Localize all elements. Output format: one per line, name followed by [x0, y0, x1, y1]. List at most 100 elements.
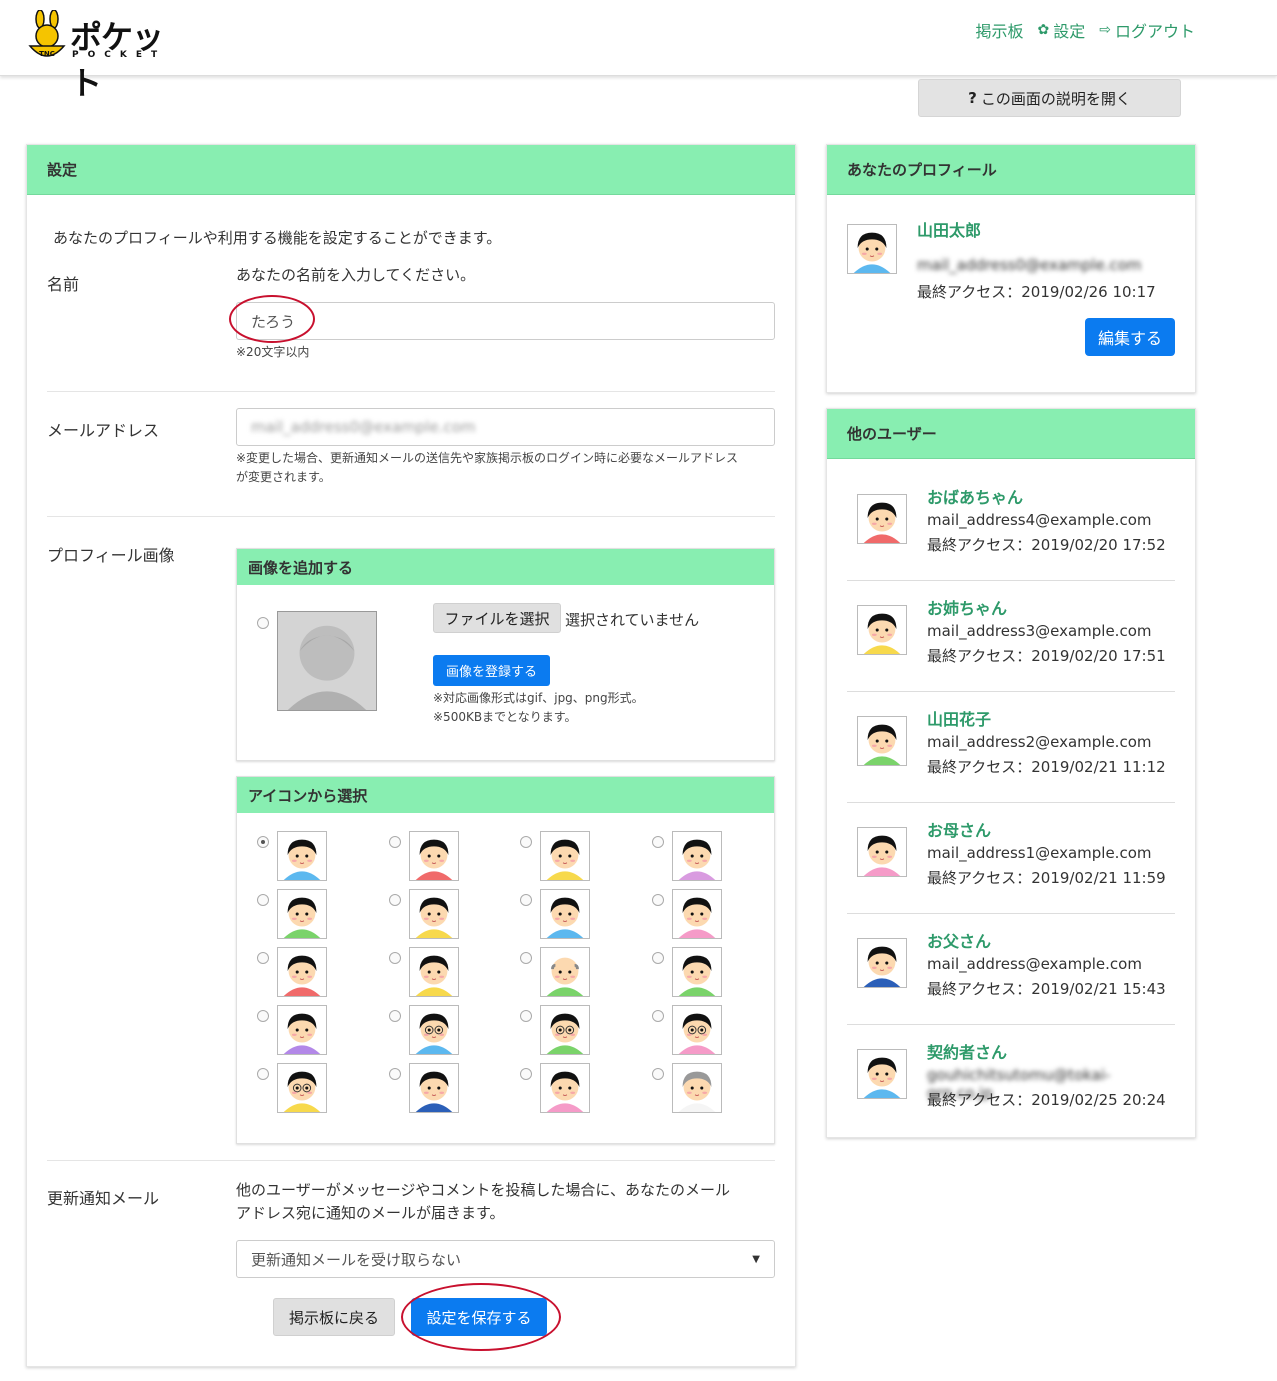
icon-option-radio[interactable] [257, 1010, 269, 1022]
user-list-item: お母さん mail_address1@example.com 最終アクセス：2019… [847, 803, 1175, 914]
icon-option-radio[interactable] [520, 894, 532, 906]
user-avatar [857, 938, 907, 988]
icon-option-radio[interactable] [520, 1068, 532, 1080]
question-icon: ? [968, 89, 977, 107]
icon-option-avatar[interactable] [672, 831, 722, 881]
nav-logout-link[interactable]: ⇨ ログアウト [1099, 18, 1195, 42]
settings-intro: あなたのプロフィールや利用する機能を設定することができます。 [53, 229, 502, 247]
icon-option-avatar[interactable] [277, 1063, 327, 1113]
notify-select[interactable]: 更新通知メールを受け取らない ▼ [236, 1240, 775, 1278]
profile-image-label: プロフィール画像 [47, 546, 175, 565]
icon-option-radio[interactable] [520, 952, 532, 964]
nav-board-link[interactable]: 掲示板 [975, 18, 1023, 42]
user-email: mail_address4@example.com [927, 511, 1152, 529]
icon-option-avatar[interactable] [409, 1063, 459, 1113]
user-email: mail_address1@example.com [927, 844, 1152, 862]
icon-option-radio[interactable] [652, 1068, 664, 1080]
top-bar: TNC ポケット POCKET 掲示板 ✿ 設定 ⇨ ログアウト [0, 0, 1277, 102]
pocket-logo[interactable]: TNC ポケット POCKET [26, 10, 176, 102]
user-name: おばあちゃん [927, 488, 1024, 507]
user-last-access: 最終アクセス：2019/02/20 17:51 [927, 647, 1166, 665]
name-hint: あなたの名前を入力してください。 [236, 266, 476, 284]
user-list-item: お父さん mail_address@example.com 最終アクセス：2019/… [847, 914, 1175, 1025]
user-last-access: 最終アクセス：2019/02/25 20:24 [927, 1091, 1166, 1109]
icon-option-radio[interactable] [257, 836, 269, 848]
icon-option-radio[interactable] [389, 952, 401, 964]
icon-option-avatar[interactable] [672, 1063, 722, 1113]
icon-option-avatar[interactable] [540, 1063, 590, 1113]
icon-option-radio[interactable] [389, 836, 401, 848]
image-size-note: ※500KBまでとなります。 [433, 710, 577, 724]
icon-option-radio[interactable] [257, 894, 269, 906]
icon-option-radio[interactable] [389, 1068, 401, 1080]
icon-option-avatar[interactable] [409, 947, 459, 997]
profile-card-title: あなたのプロフィール [827, 145, 1195, 195]
placeholder-avatar [277, 611, 377, 711]
back-to-board-button[interactable]: 掲示板に戻る [273, 1298, 395, 1336]
upload-image-radio[interactable] [257, 617, 269, 629]
user-avatar [857, 716, 907, 766]
icon-option-avatar[interactable] [540, 889, 590, 939]
name-label: 名前 [47, 275, 80, 294]
icon-option-radio[interactable] [652, 894, 664, 906]
register-image-button[interactable]: 画像を登録する [433, 655, 550, 686]
profile-avatar [847, 224, 897, 274]
user-last-access: 最終アクセス：2019/02/21 15:43 [927, 980, 1166, 998]
divider [47, 1160, 775, 1161]
icon-option-radio[interactable] [652, 952, 664, 964]
edit-profile-button[interactable]: 編集する [1085, 318, 1175, 356]
divider [47, 391, 775, 392]
settings-card-title: 設定 [27, 145, 795, 195]
icon-option-avatar[interactable] [409, 1005, 459, 1055]
icon-option-radio[interactable] [520, 1010, 532, 1022]
user-email: mail_address@example.com [927, 955, 1142, 973]
icon-option-avatar[interactable] [672, 947, 722, 997]
icon-option-radio[interactable] [257, 952, 269, 964]
user-last-access: 最終アクセス：2019/02/20 17:52 [927, 536, 1166, 554]
notify-label: 更新通知メール [47, 1189, 160, 1208]
icon-option-avatar[interactable] [277, 1005, 327, 1055]
icon-option-radio[interactable] [389, 894, 401, 906]
file-status: 選択されていません [565, 611, 700, 629]
user-email: mail_address3@example.com [927, 622, 1152, 640]
user-avatar [857, 1049, 907, 1099]
icon-option-radio[interactable] [257, 1068, 269, 1080]
icon-option-avatar[interactable] [540, 1005, 590, 1055]
icon-option-avatar[interactable] [672, 1005, 722, 1055]
user-name: お父さん [927, 932, 992, 951]
icon-option-avatar[interactable] [672, 889, 722, 939]
other-users-title: 他のユーザー [827, 409, 1195, 459]
user-avatar [857, 827, 907, 877]
email-input[interactable]: mail_address0@example.com [236, 408, 775, 446]
icon-option-radio[interactable] [652, 1010, 664, 1022]
icon-option-avatar[interactable] [540, 947, 590, 997]
choose-file-button[interactable]: ファイルを選択 [433, 603, 561, 633]
icon-option-avatar[interactable] [277, 831, 327, 881]
rabbit-logo-icon: TNC [28, 10, 66, 58]
user-name: お母さん [927, 821, 992, 840]
settings-card: 設定 あなたのプロフィールや利用する機能を設定することができます。 名前 あなた… [26, 144, 796, 1367]
icon-option-radio[interactable] [520, 836, 532, 848]
icon-option-avatar[interactable] [277, 947, 327, 997]
icon-option-avatar[interactable] [540, 831, 590, 881]
name-input[interactable]: たろう [236, 302, 775, 340]
user-name: 山田花子 [927, 710, 992, 729]
open-help-button[interactable]: ? この画面の説明を開く [918, 79, 1181, 117]
icon-option-radio[interactable] [389, 1010, 401, 1022]
upload-panel-title: 画像を追加する [237, 549, 774, 585]
user-name: 契約者さん [927, 1043, 1008, 1062]
user-last-access: 最終アクセス：2019/02/21 11:12 [927, 758, 1166, 776]
email-note-line2: が変更されます。 [236, 470, 331, 484]
gear-icon: ✿ [1037, 22, 1050, 38]
upload-image-panel: 画像を追加する ファイルを選択 選択されていません 画像を登録する ※対応画像形… [236, 548, 775, 761]
profile-email: mail_address0@example.com [917, 256, 1142, 274]
nav-settings-link[interactable]: ✿ 設定 [1038, 18, 1086, 42]
save-settings-button[interactable]: 設定を保存する [411, 1298, 547, 1336]
icon-option-avatar[interactable] [277, 889, 327, 939]
icon-option-radio[interactable] [652, 836, 664, 848]
image-format-note: ※対応画像形式はgif、jpg、png形式。 [433, 691, 644, 705]
icon-option-avatar[interactable] [409, 889, 459, 939]
user-email: mail_address2@example.com [927, 733, 1152, 751]
user-list-item: おばあちゃん mail_address4@example.com 最終アクセス：20… [847, 470, 1175, 581]
icon-option-avatar[interactable] [409, 831, 459, 881]
